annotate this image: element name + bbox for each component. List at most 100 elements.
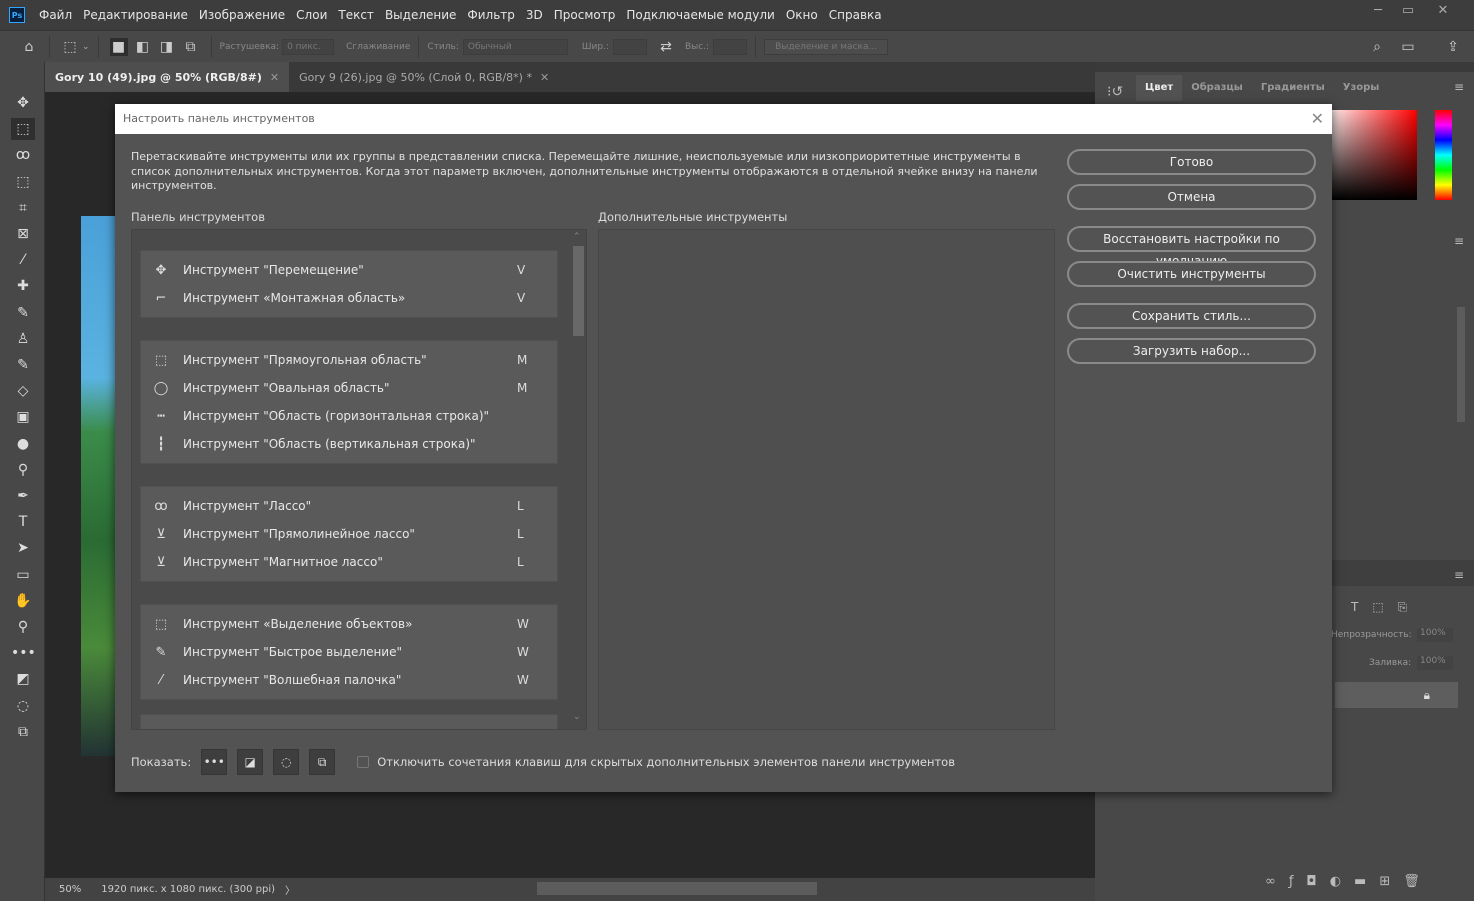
history-icon[interactable]: ⁝↺ bbox=[1107, 84, 1123, 100]
minimize-button[interactable]: ─ bbox=[1361, 0, 1395, 22]
tool-row[interactable]: ꝏ Инструмент "Лассо" L bbox=[141, 492, 557, 520]
panel-scrollbar[interactable] bbox=[1457, 307, 1465, 422]
lasso-icon[interactable]: ꝏ bbox=[11, 144, 35, 166]
screen-mode-icon[interactable]: ⧉ bbox=[309, 749, 336, 775]
clear-tools-button[interactable]: Очистить инструменты bbox=[1067, 261, 1316, 287]
add-selection-icon[interactable]: ◧ bbox=[134, 38, 152, 56]
crop-icon[interactable]: ⌗ bbox=[11, 197, 35, 219]
select-mask-button[interactable]: Выделение и маска... bbox=[764, 38, 889, 55]
healing-icon[interactable]: ✚ bbox=[11, 275, 35, 297]
subtract-selection-icon[interactable]: ◨ bbox=[158, 38, 176, 56]
disable-shortcuts-label[interactable]: Отключить сочетания клавиш для скрытых д… bbox=[377, 755, 955, 769]
cancel-button[interactable]: Отмена bbox=[1067, 184, 1316, 210]
stamp-icon[interactable]: ♙ bbox=[11, 328, 35, 350]
antialias-checkbox[interactable]: Сглаживание bbox=[346, 42, 410, 52]
tool-row[interactable]: ⬚ Инструмент «Выделение объектов» W bbox=[141, 610, 557, 638]
menu-item[interactable]: Слои bbox=[296, 8, 327, 22]
menu-item[interactable]: 3D bbox=[526, 8, 543, 22]
eraser-icon[interactable]: ◇ bbox=[11, 380, 35, 402]
share-icon[interactable]: ⇪ bbox=[1444, 38, 1462, 56]
status-arrow[interactable]: 〉 bbox=[285, 882, 295, 897]
feather-input[interactable]: 0 пикс. bbox=[282, 38, 335, 55]
tool-row[interactable]: ┅ Инструмент "Область (горизонтальная стр… bbox=[141, 402, 557, 430]
layer-actions[interactable]: ∞ƒ◘◐▬⊞🗑︎ bbox=[1265, 874, 1433, 889]
layers-menu-icon[interactable]: ≡ bbox=[1454, 568, 1464, 582]
workspace-icon[interactable]: ▭ bbox=[1399, 38, 1417, 56]
toolbar-list[interactable]: ⌃ ⌄ ✥ Инструмент "Перемещение" V ⌐ Инструмен… bbox=[131, 229, 587, 730]
menu-item[interactable]: Справка bbox=[829, 8, 882, 22]
more-tools-icon[interactable]: ••• bbox=[11, 642, 36, 664]
menu-item[interactable]: Просмотр bbox=[554, 8, 616, 22]
menu-item[interactable]: Изображение bbox=[199, 8, 285, 22]
quick-mask-icon[interactable]: ◌ bbox=[273, 749, 300, 775]
close-tab-icon[interactable]: ✕ bbox=[270, 71, 279, 84]
panel-menu-icon[interactable]: ≡ bbox=[1454, 80, 1464, 94]
eyedropper-icon[interactable]: ⁄ bbox=[11, 249, 35, 271]
tool-group[interactable]: ⬚ Инструмент "Прямоугольная область" M ◯ Инс… bbox=[140, 340, 558, 464]
history-brush-icon[interactable]: ✎ bbox=[11, 354, 35, 376]
menu-item[interactable]: Подключаемые модули bbox=[626, 8, 775, 22]
panel-tab[interactable]: Цвет bbox=[1136, 75, 1183, 101]
swap-icon[interactable]: ⇄ bbox=[657, 38, 675, 56]
frame-icon[interactable]: ⊠ bbox=[11, 223, 35, 245]
intersect-selection-icon[interactable]: ⧉ bbox=[182, 38, 200, 56]
panel-tab[interactable]: Образцы bbox=[1182, 75, 1252, 101]
extra-tools-list[interactable] bbox=[598, 229, 1055, 730]
blur-icon[interactable]: ● bbox=[11, 433, 35, 455]
tool-row[interactable]: ┇ Инструмент "Область (вертикальная строк… bbox=[141, 430, 557, 458]
type-icon[interactable]: T bbox=[11, 511, 35, 533]
tool-row[interactable]: ✥ Инструмент "Перемещение" V bbox=[141, 256, 557, 284]
menu-item[interactable]: Фильтр bbox=[467, 8, 514, 22]
search-icon[interactable]: ⌕ bbox=[1368, 38, 1386, 56]
tool-group[interactable]: ꝏ Инструмент "Лассо" L ⊻ Инструмент "Прямоли… bbox=[140, 486, 558, 582]
marquee-icon[interactable]: ⬚ bbox=[11, 118, 35, 141]
tool-row[interactable]: ⊻ Инструмент "Магнитное лассо" L bbox=[141, 548, 557, 576]
done-button[interactable]: Готово bbox=[1067, 149, 1316, 175]
close-tab-icon[interactable]: ✕ bbox=[540, 71, 549, 84]
panel-tab[interactable]: Градиенты bbox=[1252, 75, 1334, 101]
path-select-icon[interactable]: ➤ bbox=[11, 537, 35, 559]
zoom-icon[interactable]: ⚲ bbox=[11, 616, 35, 638]
load-preset-button[interactable]: Загрузить набор... bbox=[1067, 338, 1316, 364]
menu-item[interactable]: Выделение bbox=[385, 8, 456, 22]
hand-icon[interactable]: ✋ bbox=[11, 590, 35, 612]
list-scrollbar[interactable] bbox=[573, 246, 584, 336]
document-tab[interactable]: Gory 10 (49).jpg @ 50% (RGB/8#) ✕ bbox=[45, 62, 290, 92]
restore-defaults-button[interactable]: Восстановить настройки по умолчанию bbox=[1067, 226, 1316, 268]
shape-icon[interactable]: ▭ bbox=[11, 564, 35, 586]
tool-row[interactable]: ⁄ Инструмент "Волшебная палочка" W bbox=[141, 666, 557, 694]
colors-icon[interactable]: ◩ bbox=[11, 668, 35, 690]
layer-filter-icons[interactable]: T⬚⎘ bbox=[1351, 600, 1421, 615]
quick-mask-icon[interactable]: ◌ bbox=[11, 695, 35, 717]
tool-row[interactable]: ⬚ Инструмент "Прямоугольная область" M bbox=[141, 346, 557, 374]
zoom-level[interactable]: 50% bbox=[45, 884, 81, 895]
style-select[interactable]: Обычный bbox=[462, 38, 568, 55]
tool-group-partial[interactable] bbox=[140, 714, 558, 729]
menu-item[interactable]: Текст bbox=[338, 8, 374, 22]
object-select-icon[interactable]: ⬚ bbox=[11, 171, 35, 193]
tool-row[interactable]: ✎ Инструмент "Быстрое выделение" W bbox=[141, 638, 557, 666]
close-window-button[interactable]: ✕ bbox=[1426, 0, 1460, 22]
dodge-icon[interactable]: ⚲ bbox=[11, 459, 35, 481]
rect-marquee-preset-icon[interactable]: ⬚ bbox=[61, 38, 79, 56]
panel-menu-icon-2[interactable]: ≡ bbox=[1454, 234, 1464, 248]
menu-item[interactable]: Редактирование bbox=[83, 8, 188, 22]
tool-row[interactable]: ◯ Инструмент "Овальная область" M bbox=[141, 374, 557, 402]
width-input[interactable] bbox=[612, 38, 647, 55]
brush-icon[interactable]: ✎ bbox=[11, 302, 35, 324]
move-icon[interactable]: ✥ bbox=[11, 92, 35, 114]
tool-row[interactable]: ⌐ Инструмент «Монтажная область» V bbox=[141, 284, 557, 312]
save-preset-button[interactable]: Сохранить стиль... bbox=[1067, 303, 1316, 329]
document-tab[interactable]: Gory 9 (26).jpg @ 50% (Слой 0, RGB/8*) *… bbox=[289, 62, 559, 92]
foreground-background-icon[interactable]: ◪ bbox=[237, 749, 264, 775]
color-field[interactable] bbox=[1325, 110, 1417, 200]
home-icon[interactable]: ⌂ bbox=[20, 38, 38, 56]
opacity-input[interactable]: 100% bbox=[1417, 628, 1453, 642]
maximize-button[interactable]: ▭ bbox=[1391, 0, 1425, 22]
more-icon[interactable]: ••• bbox=[201, 749, 228, 775]
tool-group[interactable]: ✥ Инструмент "Перемещение" V ⌐ Инструмент «М… bbox=[140, 250, 558, 318]
height-input[interactable] bbox=[713, 38, 748, 55]
fill-input[interactable]: 100% bbox=[1417, 656, 1453, 670]
pen-icon[interactable]: ✒ bbox=[11, 485, 35, 507]
gradient-icon[interactable]: ▣ bbox=[11, 406, 35, 428]
